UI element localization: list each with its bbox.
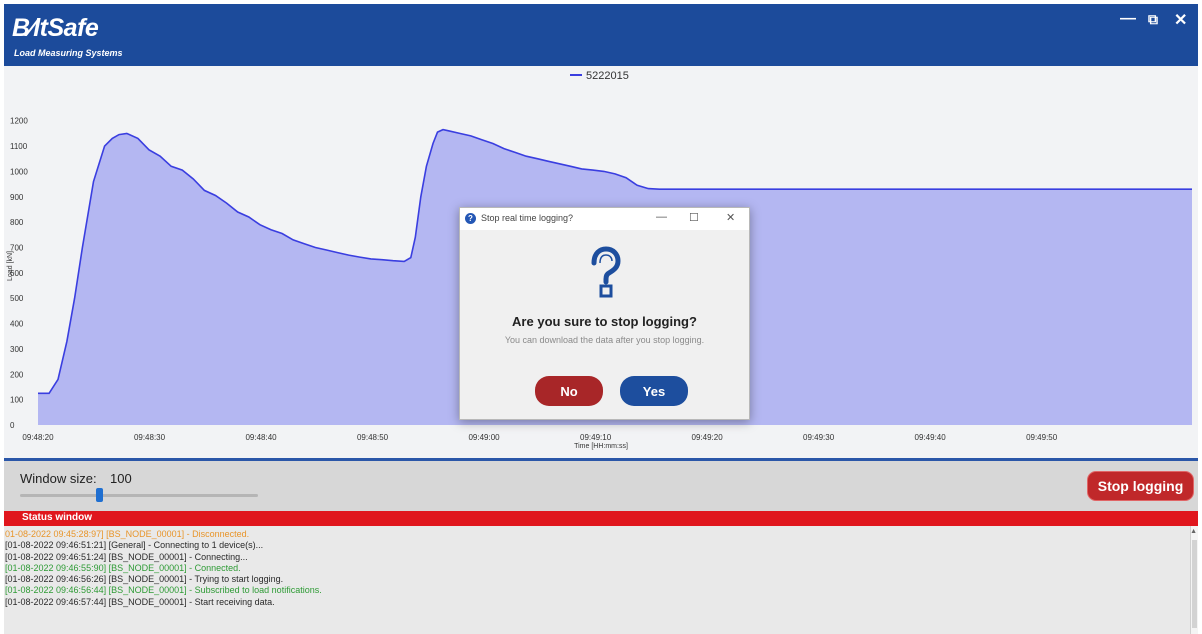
- dialog-submessage: You can download the data after you stop…: [504, 335, 705, 345]
- dialog-maximize-button[interactable]: ☐: [689, 211, 699, 224]
- y-tick-label: 0: [10, 421, 15, 430]
- x-tick-label: 09:49:40: [915, 433, 947, 442]
- yes-button[interactable]: Yes: [620, 376, 688, 406]
- y-axis-title: Load [kN]: [7, 251, 14, 281]
- y-tick-label: 300: [10, 345, 24, 354]
- minimize-button[interactable]: —: [1120, 10, 1136, 28]
- log-line: [01-08-2022 09:46:51:24] [BS_NODE_00001]…: [5, 551, 248, 562]
- log-line: [01-08-2022 09:46:56:44] [BS_NODE_00001]…: [5, 585, 322, 596]
- legend-label: 5222015: [586, 70, 629, 82]
- restore-button[interactable]: ⧉: [1148, 11, 1158, 28]
- y-tick-label: 900: [10, 193, 24, 202]
- close-button[interactable]: ✕: [1174, 10, 1187, 30]
- log-line: [01-08-2022 09:46:51:21] [General] - Con…: [5, 540, 264, 551]
- scroll-thumb[interactable]: [1192, 540, 1197, 628]
- dialog-message: Are you sure to stop logging?: [512, 314, 697, 329]
- app-tagline: Load Measuring Systems: [14, 48, 123, 58]
- dialog-title: Stop real time logging?: [481, 213, 574, 223]
- status-log: 01-08-2022 09:45:28:97] [BS_NODE_00001] …: [4, 529, 1184, 608]
- dialog-minimize-button[interactable]: —: [656, 211, 667, 223]
- y-tick-label: 400: [10, 320, 24, 329]
- app-logo: B∕ltSafe: [12, 14, 99, 42]
- status-window-title: Status window: [22, 512, 92, 523]
- scroll-up-icon[interactable]: ▲: [1190, 528, 1197, 535]
- log-line: [01-08-2022 09:46:55:90] [BS_NODE_00001]…: [5, 562, 241, 573]
- dialog-close-button[interactable]: ✕: [726, 211, 735, 224]
- x-tick-label: 09:48:30: [134, 433, 166, 442]
- x-tick-label: 09:49:30: [803, 433, 835, 442]
- log-line: [01-08-2022 09:46:57:44] [BS_NODE_00001]…: [5, 596, 275, 607]
- y-tick-label: 100: [10, 396, 24, 405]
- y-tick-label: 800: [10, 218, 24, 227]
- log-line: [01-08-2022 09:46:56:26] [BS_NODE_00001]…: [5, 574, 284, 585]
- status-scrollbar[interactable]: ▲: [1190, 526, 1198, 634]
- x-tick-label: 09:48:40: [245, 433, 277, 442]
- controls-bar: Window size: 100 Stop logging: [4, 461, 1198, 511]
- app-header: B∕ltSafe Load Measuring Systems — ⧉ ✕: [4, 4, 1198, 66]
- slider-handle[interactable]: [96, 488, 103, 502]
- y-tick-label: 200: [10, 370, 24, 379]
- y-tick-label: 500: [10, 294, 24, 303]
- x-tick-label: 09:49:00: [468, 433, 500, 442]
- x-axis-title: Time [HH:mm:ss]: [574, 443, 628, 450]
- question-small-icon: ?: [465, 213, 476, 224]
- stop-logging-button[interactable]: Stop logging: [1087, 471, 1194, 501]
- dialog-titlebar: ? Stop real time logging? — ☐ ✕: [460, 208, 749, 230]
- question-icon: [591, 246, 621, 298]
- stop-logging-dialog: ? Stop real time logging? — ☐ ✕ Are you …: [459, 207, 750, 420]
- x-tick-label: 09:49:50: [1026, 433, 1058, 442]
- window-size-value: 100: [110, 471, 132, 486]
- y-tick-label: 1000: [10, 167, 28, 176]
- x-tick-label: 09:48:50: [357, 433, 389, 442]
- y-tick-label: 1200: [10, 117, 28, 126]
- y-tick-label: 1100: [10, 142, 28, 151]
- app-window: B∕ltSafe Load Measuring Systems — ⧉ ✕ 01…: [0, 0, 1202, 634]
- x-tick-label: 09:49:20: [692, 433, 724, 442]
- x-tick-label: 09:48:20: [22, 433, 54, 442]
- log-line: 01-08-2022 09:45:28:97] [BS_NODE_00001] …: [5, 529, 250, 539]
- window-size-slider[interactable]: [20, 494, 258, 497]
- window-size-label: Window size:: [20, 471, 97, 486]
- no-button[interactable]: No: [535, 376, 603, 406]
- status-window: 01-08-2022 09:45:28:97] [BS_NODE_00001] …: [4, 526, 1198, 634]
- x-tick-label: 09:49:10: [580, 433, 612, 442]
- status-window-header: Status window: [4, 511, 1198, 526]
